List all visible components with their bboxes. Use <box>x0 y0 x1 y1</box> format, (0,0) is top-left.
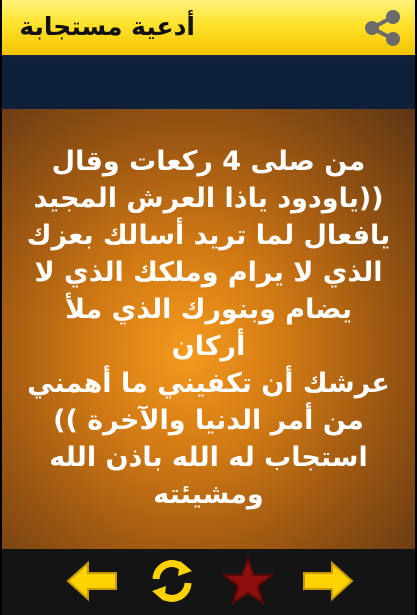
prayer-panel: من صلى 4 ركعات وقال ((ياودود ياذا العرش … <box>2 109 415 549</box>
share-icon[interactable] <box>362 9 404 47</box>
next-button[interactable] <box>302 557 354 605</box>
bottom-toolbar <box>2 549 415 615</box>
title-bar: أدعية مستجابة <box>2 0 415 57</box>
refresh-icon <box>152 560 192 602</box>
prayer-text: من صلى 4 ركعات وقال ((ياودود ياذا العرش … <box>26 146 391 510</box>
app-title: أدعية مستجابة <box>19 12 195 41</box>
previous-button[interactable] <box>66 557 118 605</box>
refresh-button[interactable] <box>146 557 198 605</box>
star-icon <box>222 557 274 605</box>
app-window: أدعية مستجابة من صلى 4 ركعات وقال ((ياود… <box>0 0 417 615</box>
arrow-left-icon <box>66 560 117 602</box>
favorite-button[interactable] <box>222 557 274 605</box>
arrow-right-icon <box>303 560 354 602</box>
navy-band <box>2 57 415 109</box>
